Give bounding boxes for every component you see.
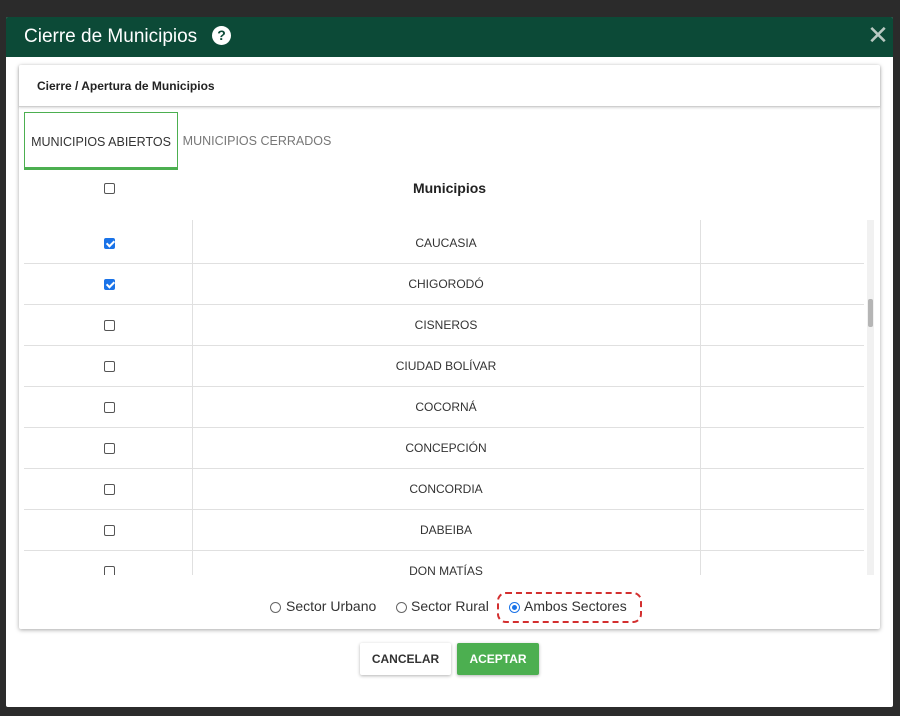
- row-checkbox[interactable]: [104, 279, 115, 290]
- dialog-header: Cierre de Municipios ? ✕: [6, 17, 893, 57]
- dialog-title: Cierre de Municipios: [24, 26, 198, 47]
- radio-label-sector-urbano[interactable]: Sector Urbano: [286, 598, 376, 614]
- table-row[interactable]: CONCORDIA: [24, 469, 864, 510]
- card-title: Cierre / Apertura de Municipios: [37, 79, 215, 93]
- select-all-checkbox[interactable]: [104, 183, 115, 194]
- municipios-card: Cierre / Apertura de Municipios MUNICIPI…: [19, 65, 880, 629]
- table-row[interactable]: DON MATÍAS: [24, 551, 864, 575]
- row-checkbox[interactable]: [104, 402, 115, 413]
- cancel-button[interactable]: CANCELAR: [360, 643, 451, 675]
- row-checkbox[interactable]: [104, 361, 115, 372]
- table-row[interactable]: DABEIBA: [24, 510, 864, 551]
- table-row[interactable]: CISNEROS: [24, 305, 864, 346]
- radio-ambos-sectores[interactable]: [509, 602, 520, 613]
- dialog: Cierre de Municipios ? ✕ Cierre / Apertu…: [6, 17, 893, 707]
- radio-label-ambos-sectores[interactable]: Ambos Sectores: [524, 598, 627, 614]
- municipio-name: CONCEPCIÓN: [405, 441, 487, 455]
- radio-sector-rural[interactable]: [396, 602, 407, 613]
- municipio-name: DABEIBA: [419, 523, 473, 537]
- municipio-name: CHIGORODÓ: [408, 277, 484, 291]
- card-title-bar: Cierre / Apertura de Municipios: [19, 65, 880, 107]
- municipio-name: CISNEROS: [414, 318, 478, 332]
- row-checkbox[interactable]: [104, 320, 115, 331]
- radio-label-sector-rural[interactable]: Sector Rural: [411, 598, 489, 614]
- scrollbar-thumb[interactable]: [868, 299, 873, 327]
- row-checkbox[interactable]: [104, 525, 115, 536]
- help-icon[interactable]: ?: [212, 26, 231, 45]
- municipio-name: CAUCASIA: [415, 236, 477, 250]
- table-row[interactable]: CHIGORODÓ: [24, 264, 864, 305]
- row-checkbox[interactable]: [104, 238, 115, 249]
- column-divider: [700, 220, 701, 575]
- close-icon[interactable]: ✕: [867, 22, 889, 48]
- scrollbar-track[interactable]: [867, 220, 874, 575]
- table-row[interactable]: CAUCASIA: [24, 223, 864, 264]
- municipios-column-header: Municipios: [412, 180, 487, 196]
- column-divider: [192, 220, 193, 575]
- tab-municipios-abiertos[interactable]: MUNICIPIOS ABIERTOS: [24, 112, 178, 170]
- municipio-name: COCORNÁ: [415, 400, 477, 414]
- municipio-name: CIUDAD BOLÍVAR: [395, 359, 497, 373]
- municipio-name: DON MATÍAS: [409, 564, 483, 575]
- row-checkbox[interactable]: [104, 443, 115, 454]
- table-row[interactable]: COCORNÁ: [24, 387, 864, 428]
- municipio-name: CONCORDIA: [409, 482, 483, 496]
- radio-sector-urbano[interactable]: [270, 602, 281, 613]
- accept-button[interactable]: ACEPTAR: [457, 643, 539, 675]
- row-checkbox[interactable]: [104, 566, 115, 575]
- tab-municipios-cerrados[interactable]: MUNICIPIOS CERRADOS: [179, 112, 335, 170]
- municipios-list: CAUCASIA CHIGORODÓ CISNEROS CIUDAD BOLÍVAR C…: [24, 223, 864, 575]
- table-row[interactable]: CIUDAD BOLÍVAR: [24, 346, 864, 387]
- row-checkbox[interactable]: [104, 484, 115, 495]
- table-row[interactable]: CONCEPCIÓN: [24, 428, 864, 469]
